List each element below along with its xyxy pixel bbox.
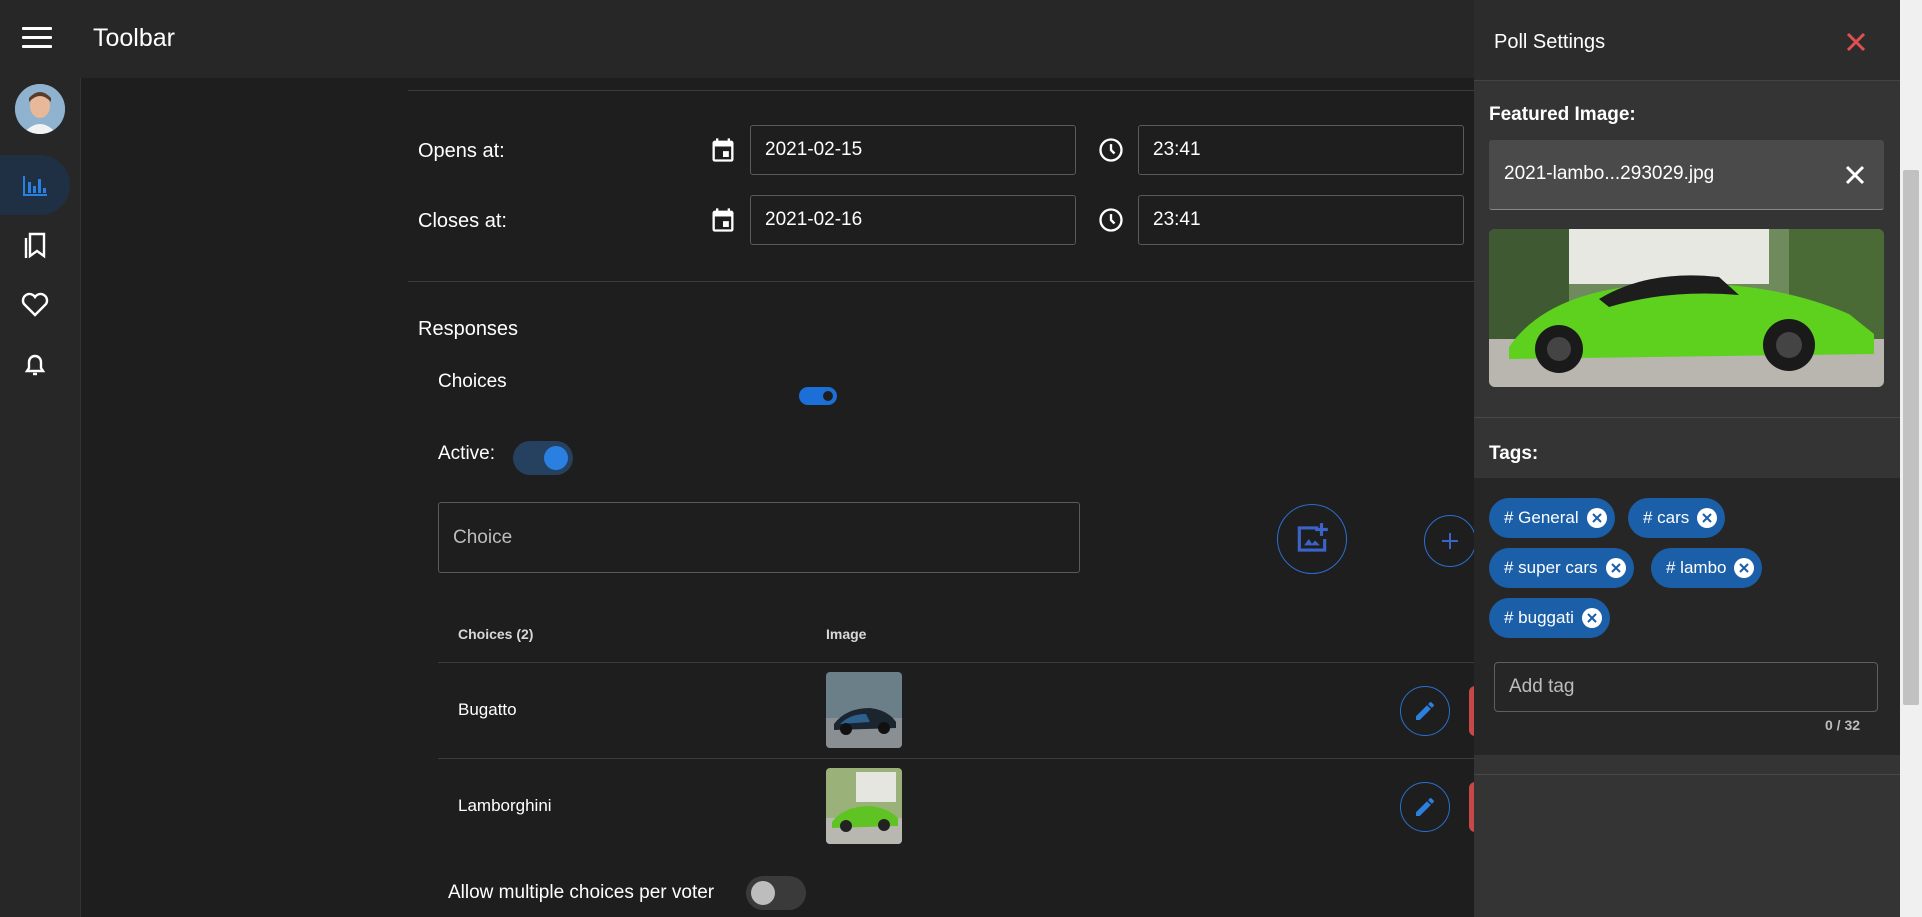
table-header-choices: Choices (2) (458, 626, 534, 642)
remove-tag-icon[interactable] (1605, 558, 1626, 578)
tag-chip[interactable]: # buggati (1489, 598, 1610, 638)
featured-image (1489, 229, 1884, 387)
tag-label: # buggati (1504, 608, 1574, 627)
featured-file-name: 2021-lambo...293029.jpg (1504, 163, 1715, 184)
clock-icon[interactable] (1097, 136, 1125, 164)
opens-time-field[interactable]: 23:41 (1138, 125, 1464, 175)
choice-input[interactable]: Choice (438, 502, 1080, 573)
edit-button[interactable] (1400, 686, 1450, 736)
menu-icon[interactable] (22, 27, 52, 51)
opens-date-field[interactable]: 2021-02-15 (750, 125, 1076, 175)
heart-icon[interactable] (20, 289, 50, 319)
add-tag-input[interactable]: Add tag (1494, 662, 1878, 712)
calendar-icon[interactable] (709, 136, 737, 164)
table-header-image: Image (826, 626, 867, 642)
close-icon[interactable] (1843, 29, 1869, 55)
calendar-icon[interactable] (709, 206, 737, 234)
closes-time-field[interactable]: 23:41 (1138, 195, 1464, 245)
pencil-icon (1416, 701, 1434, 720)
tag-chip[interactable]: # General (1489, 498, 1615, 538)
closes-date-field[interactable]: 2021-02-16 (750, 195, 1076, 245)
edit-button[interactable] (1400, 782, 1450, 832)
app-title: Toolbar (93, 24, 175, 52)
add-choice-button[interactable] (1424, 515, 1476, 567)
avatar[interactable] (15, 84, 65, 134)
tag-label: # super cars (1504, 558, 1598, 577)
remove-tag-icon[interactable] (1697, 508, 1718, 528)
plus-icon (1442, 533, 1458, 549)
choice-name: Bugatto (458, 700, 517, 719)
choice-image (826, 768, 902, 844)
featured-image-label: Featured Image: (1489, 104, 1636, 125)
opens-at-label: Opens at: (418, 140, 505, 162)
remove-tag-icon[interactable] (1734, 558, 1755, 578)
pencil-icon (1416, 797, 1434, 816)
choices-label: Choices (438, 371, 507, 392)
remove-tag-icon[interactable] (1586, 508, 1607, 528)
tag-chip[interactable]: # cars (1628, 498, 1726, 538)
multiple-choices-label: Allow multiple choices per voter (448, 882, 715, 903)
divider (438, 758, 1475, 759)
divider (408, 90, 1475, 91)
nav-item-polls[interactable] (0, 155, 70, 215)
active-toggle[interactable] (513, 441, 573, 475)
responses-heading: Responses (418, 318, 519, 340)
tag-chip[interactable]: # lambo (1651, 548, 1763, 588)
choice-name: Lamborghini (458, 796, 552, 815)
closes-at-label: Closes at: (418, 210, 507, 232)
bell-icon[interactable] (20, 350, 50, 380)
panel-title: Poll Settings (1494, 31, 1606, 53)
bookmarks-icon[interactable] (20, 230, 50, 260)
add-image-button[interactable] (1277, 504, 1347, 574)
remove-tag-icon[interactable] (1581, 608, 1602, 628)
tag-label: # lambo (1666, 558, 1727, 577)
multiple-choices-toggle[interactable] (746, 876, 806, 910)
scrollbar-thumb[interactable] (1903, 170, 1919, 705)
clock-icon[interactable] (1097, 206, 1125, 234)
bar-chart-icon (23, 176, 47, 196)
choice-image (826, 672, 902, 748)
divider (438, 662, 1475, 663)
tags-label: Tags: (1489, 443, 1539, 464)
divider (1474, 774, 1900, 775)
choices-toggle[interactable] (799, 387, 837, 405)
tag-label: # cars (1643, 508, 1690, 527)
tag-char-counter: 0 / 32 (1825, 717, 1861, 733)
active-label: Active: (438, 443, 496, 464)
clear-icon[interactable] (1843, 163, 1867, 187)
divider (408, 281, 1475, 282)
divider (1474, 417, 1900, 418)
tag-chip[interactable]: # super cars (1489, 548, 1634, 588)
tag-label: # General (1504, 508, 1579, 527)
add-photo-icon (1297, 523, 1328, 552)
